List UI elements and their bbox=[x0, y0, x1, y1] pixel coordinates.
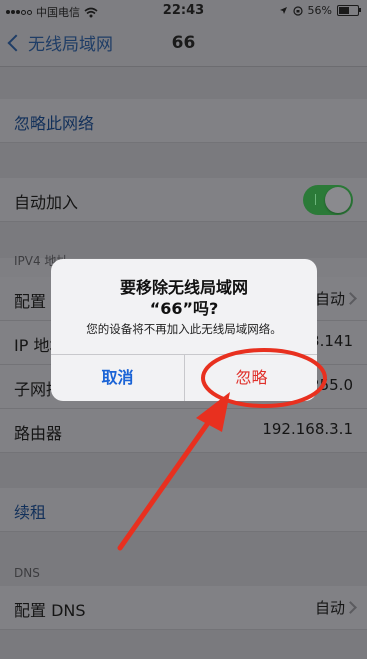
annotation-circle bbox=[201, 348, 327, 408]
annotation-arrow bbox=[117, 417, 213, 551]
arrow-head-icon bbox=[196, 392, 230, 432]
annotation-overlay bbox=[117, 348, 327, 551]
